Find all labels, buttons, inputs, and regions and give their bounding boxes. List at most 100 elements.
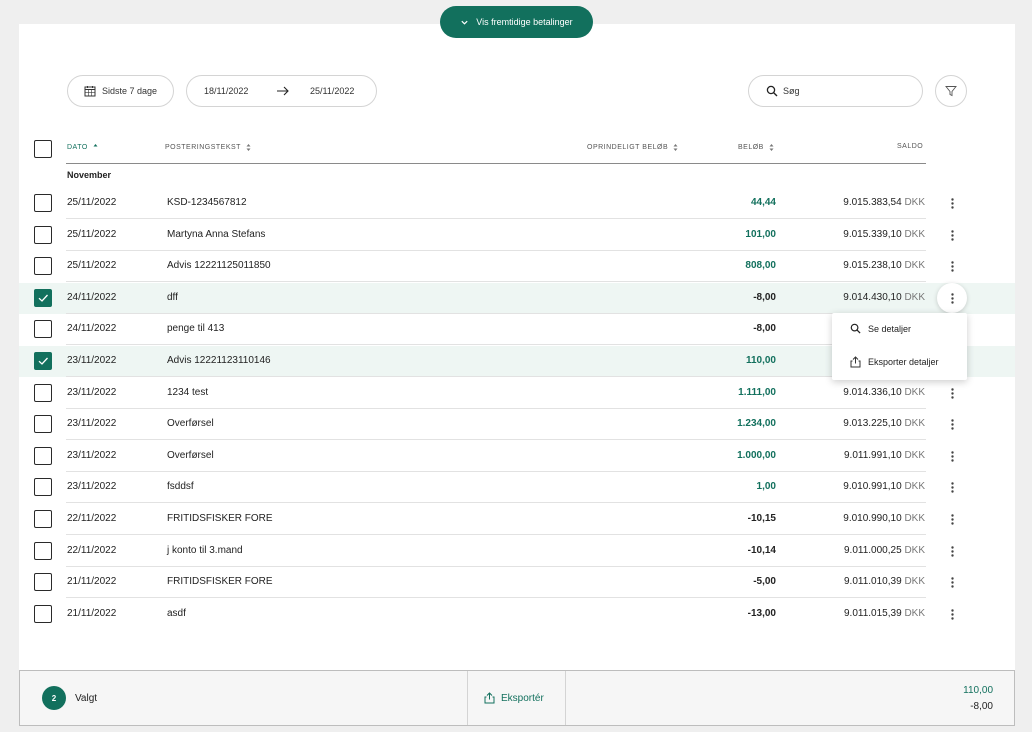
row-checkbox[interactable] bbox=[34, 384, 52, 402]
date-from[interactable]: 18/11/2022 bbox=[204, 86, 248, 96]
view-details-menu-item[interactable]: Se detaljer bbox=[850, 323, 911, 334]
row-currency: DKK bbox=[904, 260, 925, 271]
calendar-icon bbox=[84, 86, 96, 97]
row-amount: -5,00 bbox=[753, 576, 776, 587]
search-input[interactable]: Søg bbox=[748, 75, 923, 107]
row-balance-value: 9.015.238,10 bbox=[843, 260, 902, 271]
footer-divider bbox=[467, 671, 468, 725]
column-header-original-amount[interactable]: OPRINDELIGT BELØB bbox=[587, 143, 678, 152]
row-checkbox[interactable] bbox=[34, 605, 52, 623]
footer-divider bbox=[565, 671, 566, 725]
row-checkbox[interactable] bbox=[34, 257, 52, 275]
row-text: Overførsel bbox=[167, 450, 214, 461]
header-divider bbox=[66, 163, 926, 164]
row-checkbox[interactable] bbox=[34, 194, 52, 212]
row-balance-value: 9.015.339,10 bbox=[843, 229, 902, 240]
row-text: fsddsf bbox=[167, 481, 194, 492]
row-text: Martyna Anna Stefans bbox=[167, 229, 266, 240]
export-button-label: Eksportér bbox=[501, 692, 544, 704]
column-header-text[interactable]: POSTERINGSTEKST bbox=[165, 143, 251, 152]
row-checkbox[interactable] bbox=[34, 478, 52, 496]
row-date: 24/11/2022 bbox=[67, 292, 117, 303]
row-date: 23/11/2022 bbox=[67, 418, 117, 429]
column-header-amount[interactable]: BELØB bbox=[738, 143, 774, 152]
filter-icon bbox=[945, 86, 957, 97]
row-balance: 9.013.225,10 DKK bbox=[843, 418, 925, 429]
row-more-icon[interactable] bbox=[945, 196, 959, 210]
future-payments-button[interactable]: Vis fremtidige betalinger bbox=[440, 6, 593, 38]
share-export-icon bbox=[850, 356, 861, 368]
row-amount: -8,00 bbox=[753, 323, 776, 334]
row-more-icon[interactable] bbox=[945, 228, 959, 242]
row-currency: DKK bbox=[904, 576, 925, 587]
row-checkbox[interactable] bbox=[34, 320, 52, 338]
row-currency: DKK bbox=[904, 450, 925, 461]
column-header-original-label: OPRINDELIGT BELØB bbox=[587, 144, 669, 151]
row-more-icon[interactable] bbox=[945, 417, 959, 431]
row-date: 22/11/2022 bbox=[67, 513, 117, 524]
row-more-icon[interactable] bbox=[945, 386, 959, 400]
row-more-icon[interactable] bbox=[937, 283, 967, 313]
filter-button[interactable] bbox=[935, 75, 967, 107]
row-balance: 9.014.336,10 DKK bbox=[843, 387, 925, 398]
row-more-icon[interactable] bbox=[945, 480, 959, 494]
row-text: dff bbox=[167, 292, 178, 303]
row-text: Overførsel bbox=[167, 418, 214, 429]
row-currency: DKK bbox=[904, 197, 925, 208]
row-currency: DKK bbox=[904, 608, 925, 619]
row-divider bbox=[66, 408, 926, 409]
row-amount: -10,15 bbox=[747, 513, 776, 524]
row-more-icon[interactable] bbox=[945, 575, 959, 589]
row-text: Advis 12221125011850 bbox=[167, 260, 271, 271]
row-text: j konto til 3.mand bbox=[167, 545, 243, 556]
date-to[interactable]: 25/11/2022 bbox=[310, 86, 354, 96]
row-date: 24/11/2022 bbox=[67, 323, 117, 334]
period-selector[interactable]: Sidste 7 dage bbox=[67, 75, 174, 107]
export-button[interactable]: Eksportér bbox=[484, 692, 544, 704]
row-balance-value: 9.010.990,10 bbox=[843, 513, 902, 524]
row-balance: 9.010.991,10 DKK bbox=[843, 481, 925, 492]
selected-count-badge: 2 bbox=[42, 686, 66, 710]
row-checkbox[interactable] bbox=[34, 352, 52, 370]
row-checkbox[interactable] bbox=[34, 510, 52, 528]
row-balance: 9.014.430,10 DKK bbox=[843, 292, 925, 303]
row-divider bbox=[66, 534, 926, 535]
column-header-date[interactable]: DATO bbox=[67, 143, 98, 152]
column-header-amount-label: BELØB bbox=[738, 144, 764, 151]
row-text: penge til 413 bbox=[167, 323, 225, 334]
chevron-down-icon bbox=[461, 20, 468, 25]
row-text: KSD-1234567812 bbox=[167, 197, 247, 208]
row-currency: DKK bbox=[904, 545, 925, 556]
date-range-picker[interactable]: 18/11/2022 25/11/2022 bbox=[186, 75, 377, 107]
row-more-icon[interactable] bbox=[945, 449, 959, 463]
row-checkbox[interactable] bbox=[34, 226, 52, 244]
column-header-text-label: POSTERINGSTEKST bbox=[165, 144, 241, 151]
row-text: FRITIDSFISKER FORE bbox=[167, 513, 273, 524]
row-currency: DKK bbox=[904, 418, 925, 429]
row-more-icon[interactable] bbox=[945, 544, 959, 558]
row-text: asdf bbox=[167, 608, 186, 619]
row-balance-value: 9.011.991,10 bbox=[844, 450, 902, 461]
row-divider bbox=[66, 502, 926, 503]
row-currency: DKK bbox=[904, 481, 925, 492]
row-checkbox[interactable] bbox=[34, 573, 52, 591]
row-checkbox[interactable] bbox=[34, 542, 52, 560]
row-balance: 9.011.991,10 DKK bbox=[844, 450, 925, 461]
row-amount: 808,00 bbox=[745, 260, 776, 271]
select-all-checkbox[interactable] bbox=[34, 140, 52, 158]
row-more-icon[interactable] bbox=[945, 607, 959, 621]
row-checkbox[interactable] bbox=[34, 447, 52, 465]
row-date: 23/11/2022 bbox=[67, 481, 117, 492]
row-divider bbox=[66, 597, 926, 598]
row-more-icon[interactable] bbox=[945, 259, 959, 273]
row-checkbox[interactable] bbox=[34, 415, 52, 433]
row-balance-value: 9.011.010,39 bbox=[844, 576, 902, 587]
row-checkbox[interactable] bbox=[34, 289, 52, 307]
row-divider bbox=[66, 566, 926, 567]
row-divider bbox=[66, 250, 926, 251]
search-icon bbox=[766, 85, 778, 97]
row-balance-value: 9.013.225,10 bbox=[843, 418, 902, 429]
row-divider bbox=[66, 313, 926, 314]
export-details-menu-item[interactable]: Eksporter detaljer bbox=[850, 356, 939, 368]
row-more-icon[interactable] bbox=[945, 512, 959, 526]
